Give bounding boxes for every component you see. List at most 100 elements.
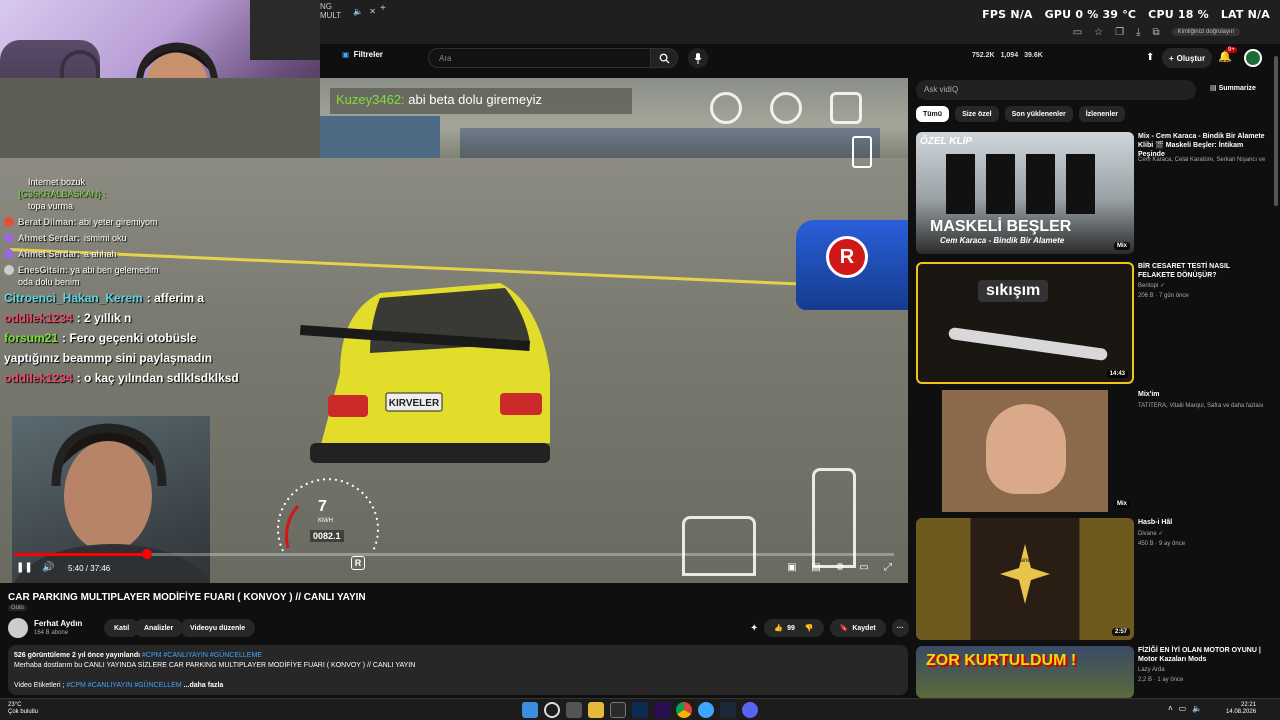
volume-icon[interactable]: 🔈 (1192, 704, 1202, 713)
vidiq-action-icon[interactable]: ✦ (750, 623, 758, 634)
star-icon[interactable]: ☆ (1094, 27, 1103, 38)
description-tags: Video Etiketleri ; #CPM #CANLIYAYIN #GÜN… (14, 682, 224, 689)
rec-title[interactable]: BİR CESARET TESTİ NASIL FELAKETE DÖNÜŞÜR… (1138, 262, 1266, 280)
like-button[interactable]: 👍 99 👎 (764, 619, 824, 637)
scrollbar-thumb[interactable] (1274, 56, 1278, 206)
rec-thumbnail[interactable]: sıkışım 14:43 (916, 262, 1134, 384)
yellow-car: KIRVELER (300, 283, 550, 463)
screen-icon[interactable]: ▭ (1073, 27, 1082, 38)
rec-channel[interactable]: Cem Karaca, Celal Karatüre, Serkan Nişan… (1138, 156, 1266, 164)
rec-title[interactable]: Hasb-i Hâl (1138, 518, 1266, 527)
stat-subs: 1,094 (1000, 52, 1019, 59)
show-more[interactable]: ...daha fazla (184, 682, 224, 689)
chip-recent[interactable]: Son yüklenenler (1004, 106, 1073, 122)
chat-text: : afferim a (146, 291, 205, 305)
chevron-up-icon[interactable]: ˄ (1168, 704, 1173, 713)
chip-for-you[interactable]: Size özel (955, 106, 999, 122)
rec-thumbnail[interactable]: Mix (916, 390, 1134, 512)
speaker-icon[interactable]: 🔈 (353, 7, 363, 16)
rec-item[interactable]: ZOR KURTULDUM ! FİZİĞİ EN İYİ OLAN MOTOR… (916, 646, 1276, 698)
profile-pill[interactable]: Kimliğinizi doğrulayın (1171, 28, 1240, 36)
theater-icon[interactable]: ▭ (858, 562, 870, 574)
save-button[interactable]: 🔖 Kaydet (829, 619, 886, 637)
summarize-button[interactable]: ▤ Summarize (1210, 84, 1256, 92)
chrome-icon[interactable] (676, 702, 692, 718)
brake-pedal[interactable] (682, 516, 756, 576)
tab-title: NG MULT (320, 2, 342, 20)
channel-avatar[interactable] (8, 618, 28, 638)
hashtags[interactable]: #CPM #CANLIYAYIN #GÜNCELLEME (142, 652, 262, 659)
ask-vidiq-input[interactable]: Ask vidIQ (916, 80, 1196, 100)
pause-icon[interactable]: ❚❚ (16, 562, 33, 574)
premiere-icon[interactable] (654, 702, 670, 718)
rec-title[interactable]: Mix'im (1138, 390, 1266, 399)
progress-scrubber[interactable] (141, 549, 152, 559)
rec-channel[interactable]: TATITERA, Vitalii Marqui, Safra ve daha … (1138, 402, 1266, 410)
rec-item[interactable]: ÖZEL KLİP MASKELİ BEŞLER Cem Karaca - Bi… (916, 132, 1276, 254)
new-tab-icon[interactable]: + (380, 3, 386, 14)
description-text: Merhaba dostlarım bu CANLI YAYINDA SİZLE… (14, 662, 416, 669)
settings-icon[interactable]: ⚙ (834, 562, 846, 574)
more-button[interactable]: ··· (891, 619, 909, 637)
chip-all[interactable]: Tümü (916, 106, 950, 122)
chip-watched[interactable]: İzlenenler (1078, 106, 1126, 122)
thumb-text: sıkışım (978, 280, 1049, 302)
rec-channel[interactable]: Divane ✓ (1138, 530, 1266, 538)
download-icon[interactable]: ⤓ (1136, 27, 1140, 38)
subtitles-icon[interactable]: ▤ (810, 562, 822, 574)
search-input[interactable]: Ara (428, 48, 652, 68)
rec-thumbnail[interactable]: ÖZEL KLİP MASKELİ BEŞLER Cem Karaca - Bi… (916, 132, 1134, 254)
vidiq-icon[interactable]: ▣ (786, 562, 798, 574)
rec-title[interactable]: FİZİĞİ EN İYİ OLAN MOTOR OYUNU | Motor K… (1138, 646, 1266, 664)
windows-start-icon[interactable] (522, 702, 538, 718)
close-tab-icon[interactable]: ✕ (369, 7, 376, 16)
search-button[interactable] (650, 48, 678, 68)
stat-watch: 39.6K (1024, 52, 1043, 59)
user-avatar[interactable] (1244, 49, 1262, 67)
phone-icon[interactable] (852, 136, 872, 168)
thumbs-down-icon[interactable]: 👎 (805, 624, 814, 632)
rec-item[interactable]: Mix Mix'im TATITERA, Vitalii Marqui, Saf… (916, 390, 1276, 512)
rec-channel[interactable]: Lazy Arda (1138, 666, 1266, 674)
channel-name[interactable]: Ferhat Aydın (34, 619, 82, 628)
fullscreen-icon[interactable]: ⤢ (882, 562, 894, 574)
network-icon[interactable]: ▭ (1179, 704, 1187, 713)
task-view-icon[interactable] (566, 702, 582, 718)
rec-thumbnail[interactable]: Divane 2:57 (916, 518, 1134, 640)
puzzle-icon[interactable]: ⧉ (1153, 27, 1160, 38)
chat-line: Ahmet Serdar: a ahhah (4, 248, 324, 260)
user-avatar-icon (4, 233, 14, 243)
analytics-button[interactable]: Analizler (134, 619, 184, 637)
search-icon[interactable] (544, 702, 560, 718)
app-icon[interactable] (698, 702, 714, 718)
smile-icon[interactable] (710, 92, 742, 124)
description-box[interactable]: 526 görüntüleme 2 yıl önce yayınlandı #C… (8, 645, 908, 695)
clock[interactable]: 22:21 14.08.2026 (1226, 702, 1256, 716)
rec-item[interactable]: Divane 2:57 Hasb-i Hâl Divane ✓ 450 B · … (916, 518, 1276, 640)
app-icon[interactable] (610, 702, 626, 718)
photoshop-icon[interactable] (632, 702, 648, 718)
filters-button[interactable]: ▣ Filtreler (342, 50, 383, 59)
camera-icon[interactable] (830, 92, 862, 124)
hashtags[interactable]: #CPM #CANLIYAYIN #GÜNCELLEM (66, 682, 181, 689)
rec-title[interactable]: Mix - Cem Karaca - Bindik Bir Alamete Kl… (1138, 132, 1266, 159)
browser-tab[interactable]: NG MULT 🔈 ✕ (320, 2, 376, 20)
discord-icon[interactable] (742, 702, 758, 718)
weather-widget[interactable]: 23°C Çok bulutlu (8, 702, 38, 716)
gear-icon[interactable] (770, 92, 802, 124)
video-player[interactable]: KIRVELER Kuzey3462: abi beta dolu gireme… (0, 78, 908, 583)
r-badge[interactable]: R (826, 236, 868, 278)
volume-icon[interactable]: 🔊 (42, 562, 54, 574)
copy-icon[interactable]: ❐ (1115, 27, 1124, 38)
steam-icon[interactable] (720, 702, 736, 718)
rec-thumbnail[interactable]: ZOR KURTULDUM ! (916, 646, 1134, 698)
rec-item[interactable]: sıkışım 14:43 BİR CESARET TESTİ NASIL FE… (916, 262, 1276, 384)
microphone-arm (250, 0, 320, 60)
folder-icon[interactable] (588, 702, 604, 718)
create-button[interactable]: + Oluştur (1162, 48, 1212, 68)
voice-search-button[interactable] (688, 48, 708, 68)
game-tag[interactable]: Gülü (8, 605, 27, 611)
edit-video-button[interactable]: Videoyu düzenle (180, 619, 256, 637)
rec-channel[interactable]: Bentopi ✓ (1138, 282, 1266, 290)
upload-icon[interactable]: ⬆ (1146, 52, 1154, 63)
